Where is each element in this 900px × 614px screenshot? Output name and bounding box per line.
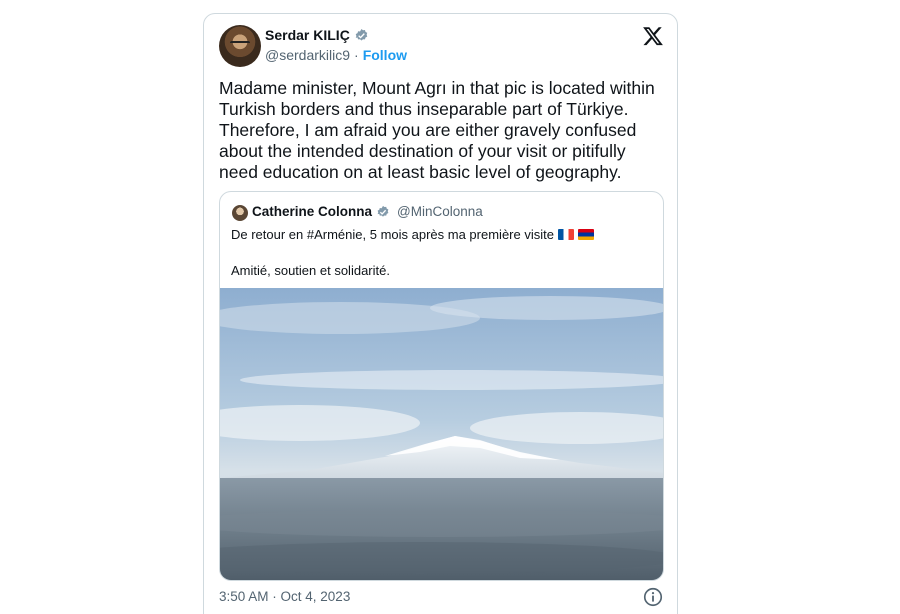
- quoted-author-avatar[interactable]: [232, 205, 248, 221]
- tweet-timestamp[interactable]: 3:50 AM · Oct 4, 2023: [219, 589, 350, 604]
- armenia-flag-icon: [577, 229, 594, 240]
- follow-button[interactable]: Follow: [363, 47, 407, 63]
- mountain-photo[interactable]: [220, 288, 664, 581]
- author-name-row: Serdar KILIÇ: [265, 27, 369, 43]
- quoted-text: De retour en #Arménie, 5 mois après ma p…: [231, 227, 554, 242]
- quoted-author-name[interactable]: Catherine Colonna: [252, 204, 372, 219]
- quoted-tweet[interactable]: Catherine Colonna @MinColonna De retour …: [219, 191, 664, 581]
- quoted-text-line2: Amitié, soutien et solidarité.: [231, 263, 390, 278]
- tweet-card: Serdar KILIÇ @serdarkilic9 · Follow Mada…: [203, 13, 678, 614]
- x-logo-icon[interactable]: [642, 25, 664, 47]
- author-avatar[interactable]: [219, 25, 261, 67]
- quoted-author-row: Catherine Colonna @MinColonna: [252, 204, 483, 219]
- author-name[interactable]: Serdar KILIÇ: [265, 27, 350, 43]
- quoted-author-handle[interactable]: @MinColonna: [397, 204, 483, 219]
- tweet-text: Madame minister, Mount Agrı in that pic …: [219, 78, 655, 182]
- separator-dot: ·: [354, 47, 359, 63]
- verified-badge-icon: [377, 205, 389, 217]
- author-handle[interactable]: @serdarkilic9: [265, 47, 350, 63]
- quoted-text-line1: De retour en #Arménie, 5 mois après ma p…: [231, 227, 594, 242]
- verified-badge-icon: [355, 28, 368, 40]
- france-flag-icon: [557, 229, 574, 240]
- info-icon[interactable]: [642, 586, 664, 608]
- author-handle-row: @serdarkilic9 · Follow: [265, 47, 407, 63]
